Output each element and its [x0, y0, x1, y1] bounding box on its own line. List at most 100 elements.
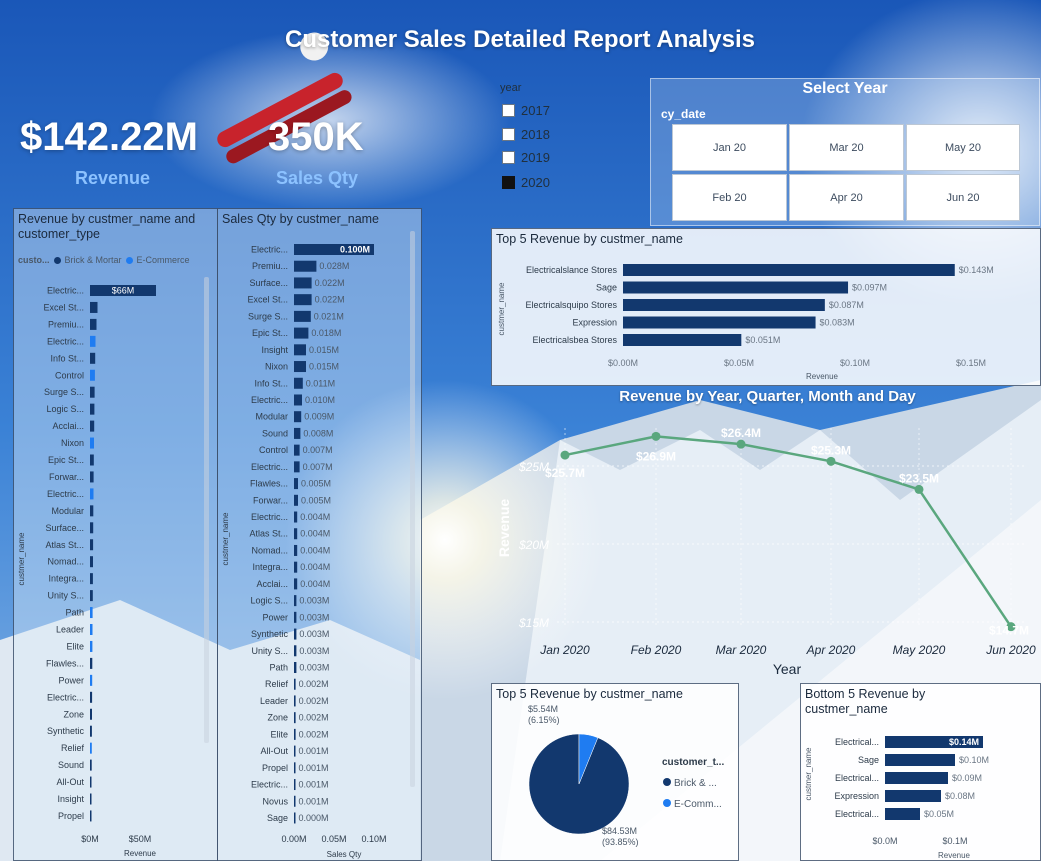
y-tick-label: $15M: [518, 616, 549, 630]
data-label: 0.003M: [299, 663, 329, 673]
revenue-line: [564, 435, 1013, 628]
category-label: Nixon: [61, 438, 84, 448]
category-label: Electric...: [251, 512, 288, 522]
x-axis-title: Revenue: [938, 851, 971, 860]
date-tile-jun20[interactable]: Jun 20: [906, 174, 1020, 221]
salesqty-bar: [294, 544, 298, 556]
data-label: 0.002M: [299, 713, 329, 723]
category-label: Epic St...: [48, 455, 84, 465]
revenue-bar: [90, 759, 92, 771]
category-label: Forwar...: [253, 495, 288, 505]
data-label: 0.007M: [303, 445, 333, 455]
category-label: Electric...: [47, 286, 84, 296]
year-option-2018[interactable]: 2018: [502, 127, 550, 142]
salesqty-bar: [294, 461, 300, 473]
select-year-field: cy_date: [661, 107, 706, 121]
category-label: Elite: [270, 729, 288, 739]
salesqty-bar: [294, 427, 301, 439]
category-label: Control: [259, 445, 288, 455]
salesqty-bar: [294, 361, 306, 373]
x-axis-title: Revenue: [806, 372, 839, 381]
data-label: $0.09M: [952, 773, 982, 783]
x-tick-label: 0.05M: [321, 834, 346, 844]
category-label: Propel: [262, 763, 288, 773]
category-label: Sage: [596, 283, 617, 293]
revenue-bar: [90, 776, 92, 788]
data-label: 0.028M: [319, 261, 349, 271]
salesqty-bar: [294, 745, 296, 757]
category-label: Electric...: [47, 489, 84, 499]
top5-revenue-panel: Top 5 Revenue by custmer_name Electrical…: [491, 228, 1041, 386]
category-label: Nixon: [265, 362, 288, 372]
date-tile-may20[interactable]: May 20: [906, 124, 1020, 171]
category-label: Electricalsbea Stores: [532, 335, 617, 345]
revenue-bar: [90, 725, 92, 737]
x-tick-label: $50M: [129, 834, 152, 844]
data-label: 0.002M: [299, 729, 329, 739]
category-label: Surface...: [249, 278, 288, 288]
data-percent-label: (6.15%): [528, 715, 560, 725]
category-label: Surface...: [45, 523, 84, 533]
revenue-bar: [90, 420, 95, 432]
x-tick-label: May 2020: [893, 643, 946, 657]
scrollbar[interactable]: [410, 231, 415, 787]
category-label: Atlas St...: [45, 540, 84, 550]
salesqty-bar: [294, 310, 311, 322]
revenue-bar: [90, 301, 98, 313]
x-tick-label: $0.0M: [872, 836, 897, 846]
data-percent-label: (93.85%): [602, 837, 639, 847]
category-label: Electric...: [47, 692, 84, 702]
legend-title: customer_t...: [662, 757, 724, 768]
top5-bar: [623, 299, 825, 311]
category-label: Surge S...: [44, 387, 84, 397]
x-tick-label: $0.15M: [956, 358, 986, 368]
data-label: 0.022M: [315, 278, 345, 288]
y-axis-title: Revenue: [496, 499, 512, 558]
revenue-bar: [90, 335, 96, 347]
category-label: Premiu...: [48, 319, 84, 329]
salesqty-by-customer-chart: Electric... 0.100M Premiu... 0.028M Surface.…: [221, 244, 387, 859]
date-tile-apr20[interactable]: Apr 20: [789, 174, 904, 221]
salesqty-bar: [294, 645, 297, 657]
data-label: $23.5M: [899, 471, 939, 485]
scrollbar[interactable]: [204, 277, 209, 743]
x-tick-label: $0.00M: [608, 358, 638, 368]
revenue-bar: [90, 640, 93, 652]
salesqty-bar: [294, 561, 298, 573]
category-label: Path: [269, 663, 288, 673]
bottom5-revenue-chart: Electrical... $0.14M Sage $0.10M Electrical.…: [804, 736, 989, 860]
category-label: Leader: [56, 625, 84, 635]
revenue-bar: [90, 454, 94, 466]
year-option-2019[interactable]: 2019: [502, 150, 550, 165]
category-label: Zone: [267, 713, 288, 723]
category-label: Electricalslance Stores: [526, 265, 618, 275]
category-label: Expression: [834, 791, 879, 801]
x-tick-label: $0.05M: [724, 358, 754, 368]
year-option-2017[interactable]: 2017: [502, 103, 550, 118]
revenue-bar: [90, 708, 92, 720]
date-tile-feb20[interactable]: Feb 20: [672, 174, 787, 221]
revenue-trend-chart: $15M$20M$25M$25.7MJan 2020$26.9MFeb 2020…: [496, 426, 1036, 677]
data-label: $0.097M: [852, 283, 887, 293]
line-point: [914, 484, 924, 494]
category-label: Power: [262, 612, 288, 622]
category-label: Sage: [858, 755, 879, 765]
top5-bar: [623, 316, 816, 329]
date-tile-jan20[interactable]: Jan 20: [672, 124, 787, 171]
checkbox-icon: [502, 128, 515, 141]
checkbox-icon: [502, 104, 515, 117]
legend-dot: [663, 778, 671, 786]
data-label: 0.001M: [299, 763, 329, 773]
salesqty-bar: [294, 795, 296, 807]
revenue-bar: [90, 369, 95, 381]
data-label: 0.021M: [314, 311, 344, 321]
salesqty-bar: [294, 377, 303, 389]
revenue-bar: [90, 556, 93, 568]
year-option-2020[interactable]: 2020: [502, 175, 550, 190]
data-label: 0.100M: [340, 245, 370, 255]
top5-revenue-pie-panel: Top 5 Revenue by custmer_name $84.53M (93…: [491, 683, 739, 861]
date-tile-mar20[interactable]: Mar 20: [789, 124, 904, 171]
salesqty-bar: [294, 344, 306, 356]
data-label: 0.003M: [299, 596, 329, 606]
y-tick-label: $20M: [518, 538, 549, 552]
